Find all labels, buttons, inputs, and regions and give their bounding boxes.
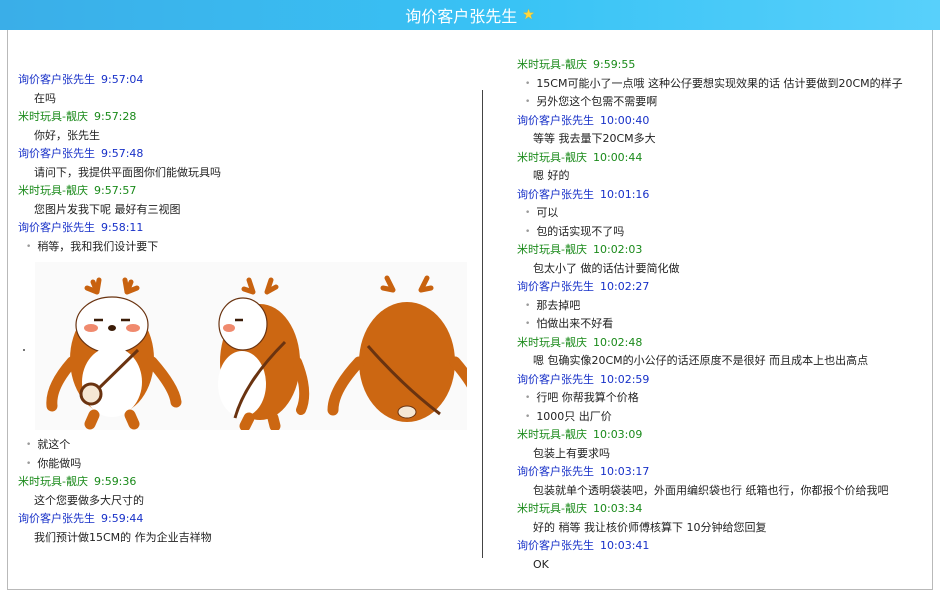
message-time: 10:02:03 xyxy=(592,243,643,256)
message-header-seller: 米时玩具-靓庆 9:59:36 xyxy=(18,473,478,492)
message-header-customer: 询价客户张先生 10:01:16 xyxy=(517,186,922,205)
chat-column-right: 米时玩具-靓庆 9:59:55 15CM可能小了一点哦 这种公仔要想实现效果的话 估… xyxy=(517,56,922,574)
deer-side-view xyxy=(218,277,310,430)
message-header-customer: 询价客户张先生 9:58:11 xyxy=(18,219,478,238)
deer-back-view xyxy=(327,275,467,422)
sender-name: 询价客户张先生 xyxy=(517,280,594,293)
message-text: 包太小了 做的话估计要简化做 xyxy=(533,261,680,275)
message-text: 嗯 好的 xyxy=(533,169,570,182)
sender-name: 询价客户张先生 xyxy=(517,113,594,127)
message-header-customer: 询价客户张先生 9:59:44 xyxy=(18,510,478,529)
message-header-seller: 米时玩具-靓庆 10:03:09 xyxy=(517,426,922,445)
message-time: 9:57:28 xyxy=(93,110,137,123)
message-text: 这个您要做多大尺寸的 xyxy=(34,493,144,507)
message-text: 包装上有要求吗 xyxy=(533,446,610,460)
message-time: 9:59:55 xyxy=(592,58,636,71)
chat-column-left: 询价客户张先生 9:57:04 在吗 米时玩具-靓庆 9:57:28 你好，张先生 询价客户… xyxy=(18,71,478,547)
message-header-seller: 米时玩具-靓庆 9:59:55 xyxy=(517,56,922,75)
message-time: 10:01:16 xyxy=(600,187,650,201)
message-text: 可以 xyxy=(517,204,922,223)
message-header-customer: 询价客户张先生 10:02:59 xyxy=(517,371,922,390)
message-header-customer: 询价客户张先生 10:02:27 xyxy=(517,278,922,297)
message-text: OK xyxy=(533,557,549,571)
star-icon: ★ xyxy=(522,7,535,23)
message-text: 在吗 xyxy=(34,91,56,105)
message-text: 好的 稍等 我让核价师傅核算下 10分钟给您回复 xyxy=(533,520,767,534)
message-header-seller: 米时玩具-靓庆 10:02:03 xyxy=(517,241,922,260)
message-time: 10:03:34 xyxy=(592,502,643,515)
sender-name: 米时玩具-靓庆 xyxy=(517,58,587,71)
sender-name: 米时玩具-靓庆 xyxy=(18,184,88,197)
message-text: 1000只 出厂价 xyxy=(517,408,922,427)
sender-name: 米时玩具-靓庆 xyxy=(18,110,88,123)
message-time: 9:57:04 xyxy=(101,73,144,86)
message-header-seller: 米时玩具-靓庆 10:00:44 xyxy=(517,149,922,168)
sender-name: 米时玩具-靓庆 xyxy=(517,502,587,515)
sender-name: 米时玩具-靓庆 xyxy=(517,428,587,441)
deer-front-view xyxy=(46,277,182,430)
message-text: 包的话实现不了吗 xyxy=(517,223,922,242)
deer-three-view-image[interactable] xyxy=(35,262,467,430)
message-time: 10:00:40 xyxy=(600,113,650,127)
sender-name: 米时玩具-靓庆 xyxy=(517,243,587,256)
message-text: 怕做出来不好看 xyxy=(517,315,922,334)
message-time: 9:57:48 xyxy=(101,147,144,160)
message-text: 包装就单个透明袋装吧，外面用编织袋也行 纸箱也行，你都报个价给我吧 xyxy=(533,483,889,497)
message-time: 10:02:48 xyxy=(592,335,643,349)
message-text: 你好，张先生 xyxy=(34,128,100,142)
sender-name: 询价客户张先生 xyxy=(18,147,95,160)
message-text: 嗯 包确实像20CM的小公仔的话还原度不是很好 而且成本上也出高点 xyxy=(533,354,869,367)
message-text: 您图片发我下呢 最好有三视图 xyxy=(34,202,181,216)
sender-name: 询价客户张先生 xyxy=(517,539,594,552)
message-text: 那去掉吧 xyxy=(517,297,922,316)
message-header-customer: 询价客户张先生 10:00:40 xyxy=(517,112,922,131)
message-header-customer: 询价客户张先生 9:57:04 xyxy=(18,71,478,90)
sender-name: 米时玩具-靓庆 xyxy=(517,150,587,164)
message-time: 10:00:44 xyxy=(592,150,643,164)
message-time: 10:03:17 xyxy=(600,465,650,478)
message-time: 9:59:36 xyxy=(93,475,137,488)
title-bar: 询价客户张先生 ★ xyxy=(0,0,940,30)
sender-name: 询价客户张先生 xyxy=(517,465,594,478)
message-time: 9:57:57 xyxy=(93,184,137,197)
message-time: 9:58:11 xyxy=(101,221,144,234)
message-text: 等等 我去量下20CM多大 xyxy=(533,132,656,145)
sender-name: 询价客户张先生 xyxy=(18,73,95,86)
message-time: 10:02:59 xyxy=(600,372,650,386)
column-divider xyxy=(482,90,483,558)
message-header-seller: 米时玩具-靓庆 10:03:34 xyxy=(517,500,922,519)
message-text: 就这个 xyxy=(18,436,478,455)
message-time: 9:59:44 xyxy=(101,512,144,525)
message-time: 10:03:41 xyxy=(600,539,650,552)
message-header-seller: 米时玩具-靓庆 10:02:48 xyxy=(517,334,922,353)
deer-three-view-svg xyxy=(46,275,467,430)
message-text: 我们预计做15CM的 作为企业吉祥物 xyxy=(34,530,212,544)
message-text: 15CM可能小了一点哦 这种公仔要想实现效果的话 估计要做到20CM的样子 xyxy=(517,75,922,94)
window-title: 询价客户张先生 xyxy=(405,7,518,26)
message-text: 请问下，我提供平面图你们能做玩具吗 xyxy=(34,165,221,179)
message-text: 行吧 你帮我算个价格 xyxy=(517,389,922,408)
message-text: 稍等，我和我们设计要下 xyxy=(18,238,478,257)
sender-name: 询价客户张先生 xyxy=(517,187,594,201)
sender-name: 米时玩具-靓庆 xyxy=(18,475,88,488)
message-text: 另外您这个包需不需要啊 xyxy=(517,93,922,112)
message-header-seller: 米时玩具-靓庆 9:57:28 xyxy=(18,108,478,127)
sender-name: 询价客户张先生 xyxy=(18,221,95,234)
message-header-seller: 米时玩具-靓庆 9:57:57 xyxy=(18,182,478,201)
message-text: 你能做吗 xyxy=(18,455,478,474)
message-time: 10:02:27 xyxy=(600,280,650,293)
message-header-customer: 询价客户张先生 9:57:48 xyxy=(18,145,478,164)
sender-name: 询价客户张先生 xyxy=(18,512,95,525)
message-header-customer: 询价客户张先生 10:03:41 xyxy=(517,537,922,556)
message-time: 10:03:09 xyxy=(592,428,643,441)
message-header-customer: 询价客户张先生 10:03:17 xyxy=(517,463,922,482)
sender-name: 米时玩具-靓庆 xyxy=(517,335,587,349)
sender-name: 询价客户张先生 xyxy=(517,372,594,386)
